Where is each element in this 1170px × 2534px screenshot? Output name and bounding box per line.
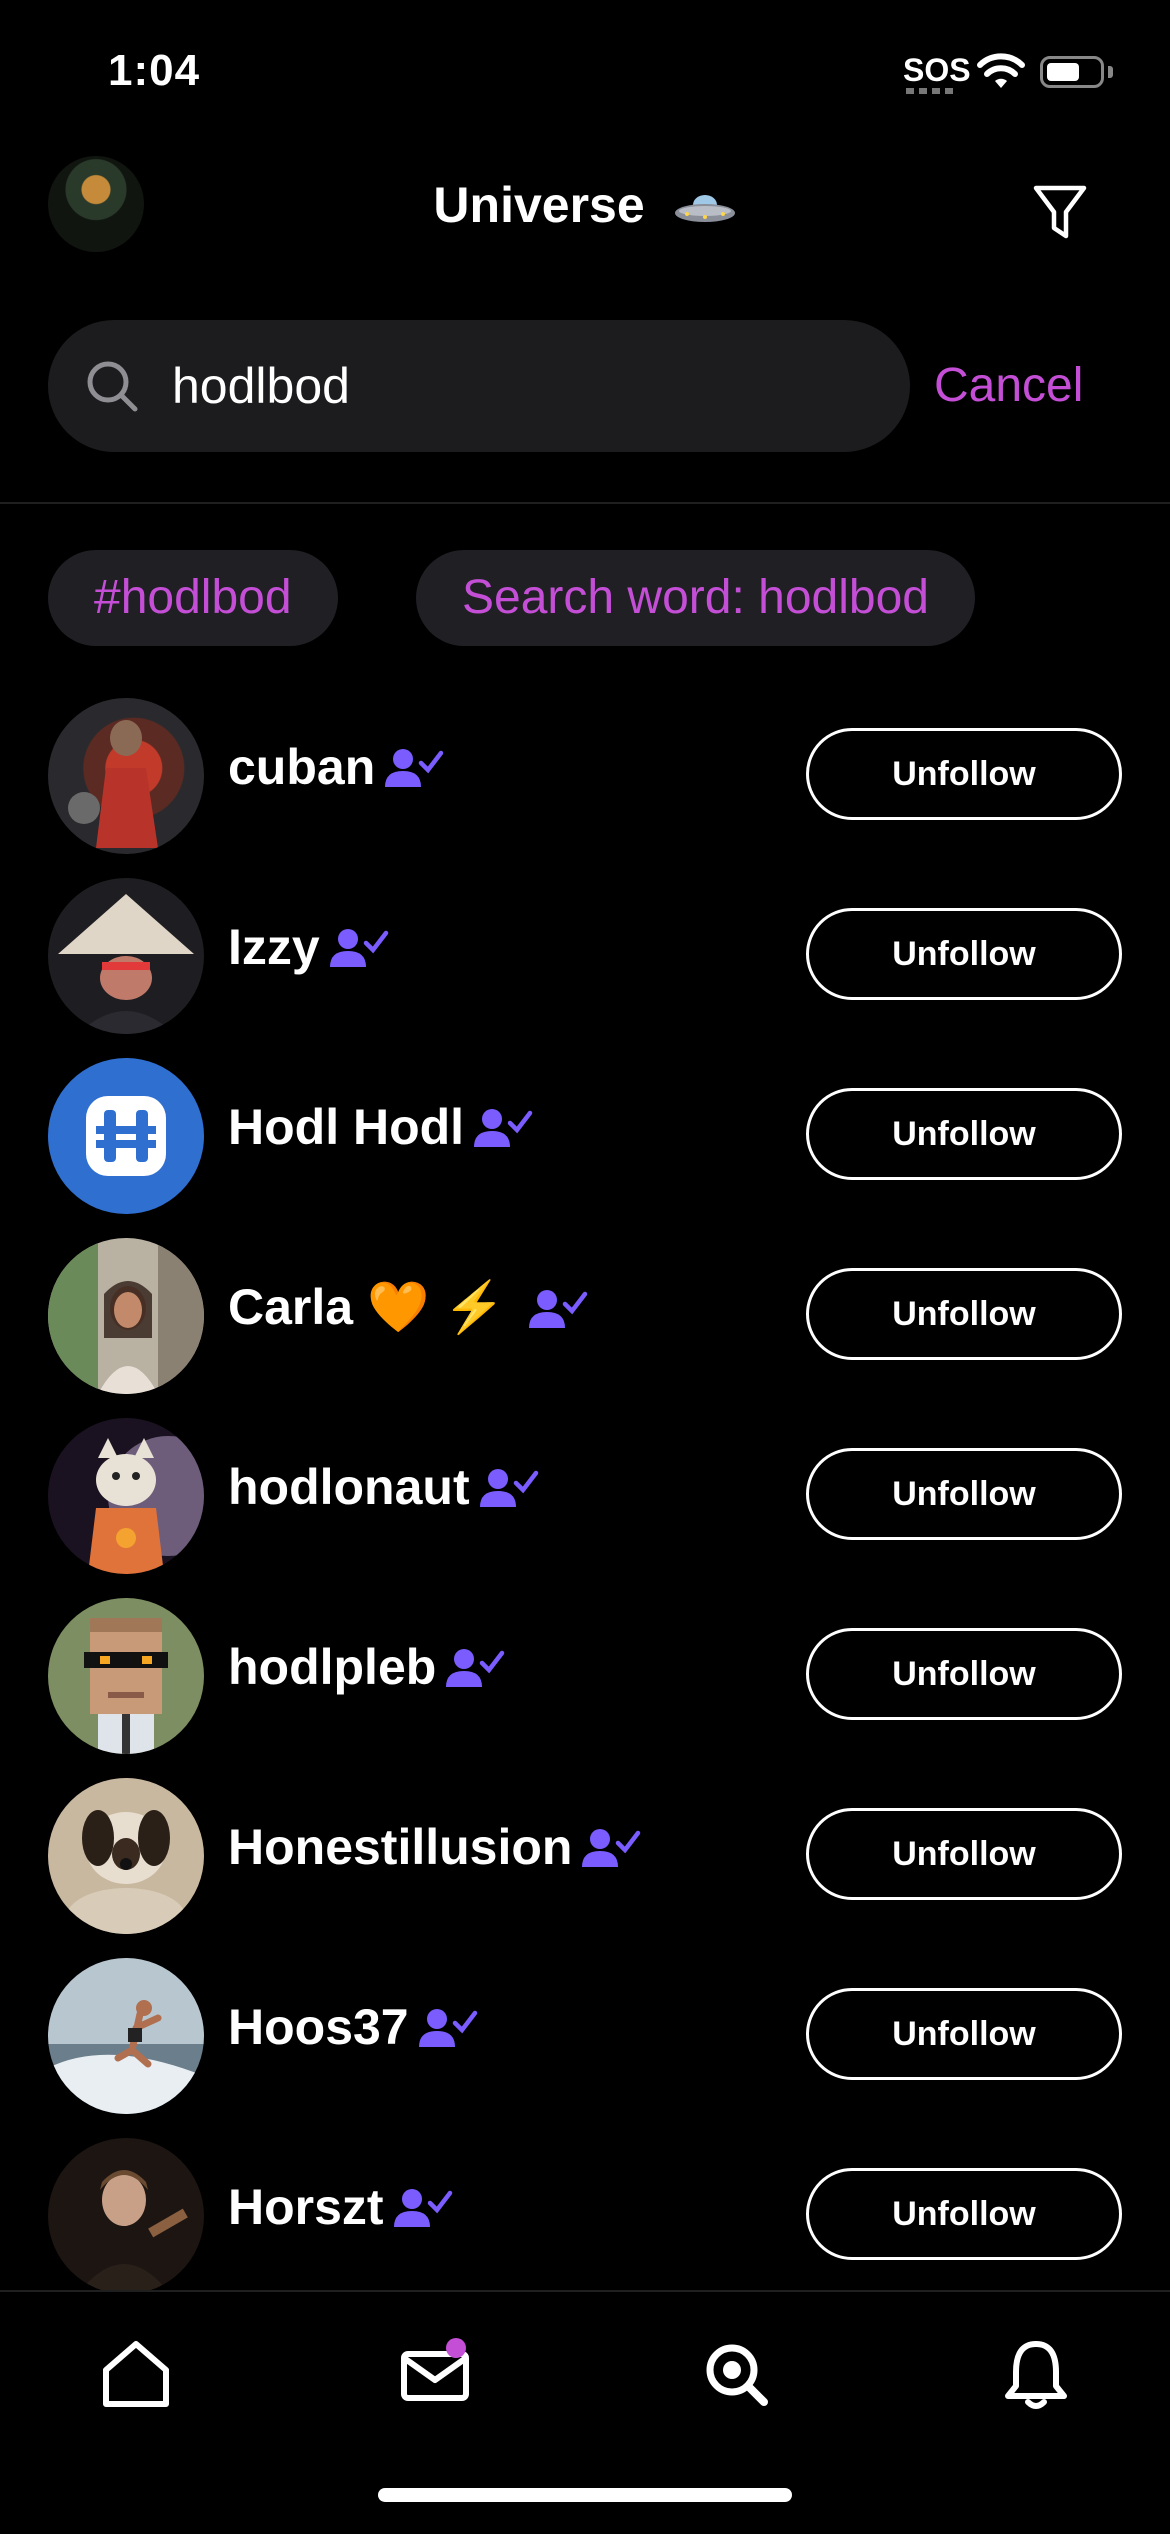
sos-indicator: SOS: [903, 52, 971, 88]
verified-follow-icon: [393, 2189, 452, 2227]
hashtag-chip[interactable]: #hodlbod: [48, 550, 338, 646]
user-name-text: Carla 🧡 ⚡️: [228, 1279, 506, 1335]
status-bar: 1:04 SOS: [0, 0, 1170, 140]
user-row[interactable]: Izzy Unfollow: [0, 878, 1170, 1058]
user-name: Izzy: [228, 918, 390, 976]
user-name-text: hodlpleb: [228, 1639, 437, 1695]
unfollow-button[interactable]: Unfollow: [806, 1808, 1122, 1900]
user-row[interactable]: hodlpleb Unfollow: [0, 1598, 1170, 1778]
unfollow-button[interactable]: Unfollow: [806, 1268, 1122, 1360]
top-header: Universe: [0, 140, 1170, 280]
user-name-text: cuban: [228, 739, 376, 795]
user-row[interactable]: hodlonaut Unfollow: [0, 1418, 1170, 1598]
verified-follow-icon: [446, 1649, 505, 1687]
search-icon[interactable]: [696, 2334, 776, 2414]
user-name: Hodl Hodl: [228, 1098, 534, 1156]
home-indicator[interactable]: [378, 2488, 792, 2502]
search-word-chip[interactable]: Search word: hodlbod: [416, 550, 975, 646]
status-time: 1:04: [108, 46, 201, 95]
avatar[interactable]: [48, 878, 204, 1034]
avatar[interactable]: [48, 1958, 204, 2114]
user-name-text: Izzy: [228, 919, 320, 975]
user-row[interactable]: Honestillusion Unfollow: [0, 1778, 1170, 1958]
avatar[interactable]: [48, 1238, 204, 1394]
page-title-text: Universe: [433, 177, 645, 233]
bell-icon[interactable]: [996, 2334, 1076, 2414]
filter-icon[interactable]: [1030, 180, 1090, 244]
unfollow-button[interactable]: Unfollow: [806, 2168, 1122, 2260]
signal-dots-icon: [906, 88, 956, 94]
ufo-icon: [674, 194, 735, 222]
unfollow-button[interactable]: Unfollow: [806, 1448, 1122, 1540]
user-name: Horszt: [228, 2178, 454, 2236]
user-row[interactable]: cuban Unfollow: [0, 698, 1170, 878]
unfollow-button[interactable]: Unfollow: [806, 1628, 1122, 1720]
verified-follow-icon: [474, 1109, 533, 1147]
user-name: Honestillusion: [228, 1818, 642, 1876]
user-row[interactable]: Carla 🧡 ⚡️ Unfollow: [0, 1238, 1170, 1418]
user-row[interactable]: Hoos37 Unfollow: [0, 1958, 1170, 2138]
battery-tip: [1108, 66, 1113, 78]
verified-follow-icon: [385, 749, 444, 787]
user-name: Hoos37: [228, 1998, 479, 2056]
user-name-text: hodlonaut: [228, 1459, 470, 1515]
search-input[interactable]: [172, 320, 872, 452]
wifi-icon: [977, 53, 1025, 88]
unfollow-button[interactable]: Unfollow: [806, 1988, 1122, 2080]
user-name-text: Horszt: [228, 2179, 384, 2235]
home-icon[interactable]: [96, 2334, 176, 2414]
verified-follow-icon: [329, 929, 388, 967]
avatar[interactable]: [48, 698, 204, 854]
user-name-text: Hoos37: [228, 1999, 409, 2055]
user-row[interactable]: Hodl Hodl Unfollow: [0, 1058, 1170, 1238]
user-name: Carla 🧡 ⚡️: [228, 1278, 589, 1337]
verified-follow-icon: [582, 1829, 641, 1867]
avatar[interactable]: [48, 1418, 204, 1574]
avatar[interactable]: [48, 1778, 204, 1934]
verified-follow-icon: [529, 1289, 588, 1328]
avatar[interactable]: [48, 2138, 204, 2294]
unread-dot: [446, 2338, 466, 2358]
user-name: hodlpleb: [228, 1638, 506, 1696]
avatar[interactable]: [48, 1598, 204, 1754]
verified-follow-icon: [479, 1469, 538, 1507]
user-name: cuban: [228, 738, 445, 796]
cancel-button[interactable]: Cancel: [934, 358, 1083, 413]
battery-icon: [1040, 56, 1104, 88]
unfollow-button[interactable]: Unfollow: [806, 908, 1122, 1000]
divider: [0, 502, 1170, 504]
avatar[interactable]: [48, 1058, 204, 1214]
unfollow-button[interactable]: Unfollow: [806, 728, 1122, 820]
user-name-text: Hodl Hodl: [228, 1099, 465, 1155]
search-box[interactable]: [48, 320, 910, 452]
search-icon: [87, 361, 138, 412]
verified-follow-icon: [418, 2009, 477, 2047]
user-name-text: Honestillusion: [228, 1819, 573, 1875]
user-name: hodlonaut: [228, 1458, 540, 1516]
unfollow-button[interactable]: Unfollow: [806, 1088, 1122, 1180]
page-title: Universe: [0, 176, 1170, 234]
search-row: Cancel: [0, 320, 1170, 452]
mail-icon[interactable]: [396, 2334, 476, 2414]
